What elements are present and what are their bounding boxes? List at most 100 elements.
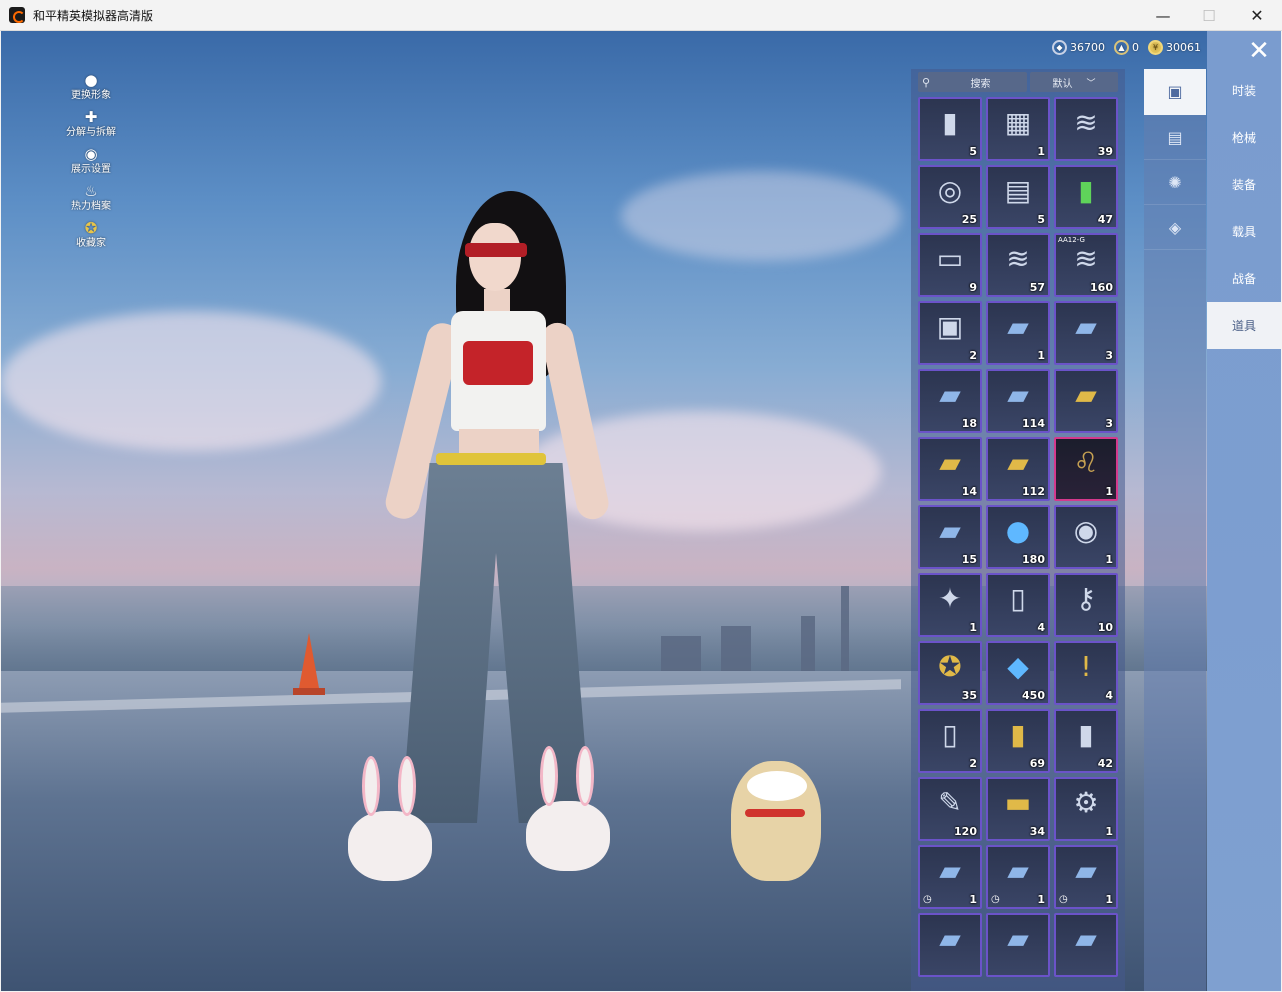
- close-window-button[interactable]: ✕: [1234, 0, 1280, 31]
- gold-ticket-2hour-icon: ▰: [1007, 446, 1029, 479]
- inventory-item[interactable]: ▰ 112: [986, 437, 1050, 501]
- item-count: 35: [961, 689, 977, 702]
- item-count: 2: [969, 757, 977, 770]
- inventory-item[interactable]: ≋ AA12-G 160: [1054, 233, 1118, 297]
- item-count: 3: [1105, 349, 1113, 362]
- maximize-button[interactable]: ☐: [1186, 0, 1232, 31]
- inventory-item[interactable]: ⚙ 1: [1054, 777, 1118, 841]
- inventory-item[interactable]: ▰ 3: [1054, 369, 1118, 433]
- sort-dropdown[interactable]: 默认 ﹀: [1030, 72, 1118, 92]
- tab-1[interactable]: 枪械: [1207, 114, 1281, 161]
- item-count: 4: [1037, 621, 1045, 634]
- item-count: 450: [1022, 689, 1045, 702]
- item-count: 5: [969, 145, 977, 158]
- inventory-item[interactable]: ▯ 4: [986, 573, 1050, 637]
- inventory-item[interactable]: ◉ 1: [1054, 505, 1118, 569]
- inventory-item[interactable]: ▰ 14: [918, 437, 982, 501]
- inventory-item[interactable]: ⚷ 10: [1054, 573, 1118, 637]
- inventory-item[interactable]: ▮ 47: [1054, 165, 1118, 229]
- inventory-item[interactable]: ≋ 57: [986, 233, 1050, 297]
- clock-icon: ◷: [991, 894, 1000, 905]
- ticket-2hour-icon: ▰: [1007, 378, 1029, 411]
- search-icon: ⚲: [921, 75, 931, 89]
- app-logo-icon: [9, 7, 25, 23]
- sparkle-icon[interactable]: ✺: [1144, 160, 1206, 205]
- inventory-item[interactable]: ▮ 42: [1054, 709, 1118, 773]
- inventory-item[interactable]: ✎ 120: [918, 777, 982, 841]
- menu-heat-archive[interactable]: ♨ 热力档案: [59, 176, 123, 213]
- pet-mascot[interactable]: [721, 731, 831, 891]
- item-count: 1: [1037, 145, 1045, 158]
- item-count: 18: [961, 417, 977, 430]
- menu-display-settings[interactable]: ◉ 展示设置: [59, 139, 123, 176]
- inventory-item[interactable]: ▰ 15: [918, 505, 982, 569]
- inventory-item[interactable]: ▤ 5: [986, 165, 1050, 229]
- inventory-item[interactable]: ▰ 3: [1054, 301, 1118, 365]
- key-icon: ⚷: [1075, 582, 1097, 615]
- tag-icon[interactable]: ◈: [1144, 205, 1206, 250]
- bunny-slipper-right: [526, 746, 610, 871]
- inventory-item[interactable]: ▰ 114: [986, 369, 1050, 433]
- inventory-item[interactable]: ▰ 1: [986, 301, 1050, 365]
- inventory-item[interactable]: ▮ 5: [918, 97, 982, 161]
- ticket-icon: ▰: [1075, 922, 1097, 955]
- inventory-item[interactable]: ◎ 25: [918, 165, 982, 229]
- inventory-item[interactable]: ▬ 34: [986, 777, 1050, 841]
- item-card-icon[interactable]: ▣: [1144, 69, 1206, 115]
- inventory-item[interactable]: ▰: [1054, 913, 1118, 977]
- card-icon: ▯: [1010, 582, 1026, 615]
- item-count: 57: [1029, 281, 1045, 294]
- badge-icon: ✪: [84, 219, 98, 237]
- inventory-item[interactable]: ▮ 69: [986, 709, 1050, 773]
- minimize-button[interactable]: —: [1140, 0, 1186, 31]
- inventory-item[interactable]: ▰ ◷ 1: [986, 845, 1050, 909]
- spray-bottle-icon: ▮: [1078, 718, 1094, 751]
- inventory-item[interactable]: ● 180: [986, 505, 1050, 569]
- lion-emblem-icon: ♌: [1073, 446, 1099, 479]
- inventory-item[interactable]: ▰: [986, 913, 1050, 977]
- tab-5[interactable]: 道具: [1207, 302, 1281, 349]
- inventory-item[interactable]: ▭ 9: [918, 233, 982, 297]
- bunny-slipper-left: [348, 756, 432, 881]
- menu-change-appearance[interactable]: ● 更换形象: [59, 65, 123, 102]
- gold-ticket-icon: ▬: [1004, 786, 1032, 819]
- inventory-item[interactable]: ▣ 2: [918, 301, 982, 365]
- spray-gun-icon: ✎: [938, 786, 962, 819]
- canister-icon: ▮: [1010, 718, 1026, 751]
- item-count: 5: [1037, 213, 1045, 226]
- inventory-item[interactable]: ▰ 18: [918, 369, 982, 433]
- close-icon[interactable]: ✕: [1241, 36, 1277, 66]
- tab-4[interactable]: 战备: [1207, 255, 1281, 302]
- diamond-icon: ◆: [1007, 650, 1029, 683]
- inventory-item[interactable]: ▰: [918, 913, 982, 977]
- inventory-item[interactable]: ◆ 450: [986, 641, 1050, 705]
- inventory-item[interactable]: ! 4: [1054, 641, 1118, 705]
- puzzle-icon: ✚: [84, 108, 98, 126]
- inventory-item[interactable]: ▦ 1: [986, 97, 1050, 161]
- inventory-item[interactable]: ▰ ◷ 1: [918, 845, 982, 909]
- tab-3[interactable]: 载具: [1207, 208, 1281, 255]
- menu-decompose[interactable]: ✚ 分解与拆解: [59, 102, 123, 139]
- item-count: 1: [969, 621, 977, 634]
- left-menu: ● 更换形象 ✚ 分解与拆解 ◉ 展示设置 ♨ 热力档案 ✪ 收藏家: [59, 65, 123, 250]
- ticket-1day-icon: ▰: [1007, 310, 1029, 343]
- calendar-icon[interactable]: ▤: [1144, 115, 1206, 160]
- puzzle-orb-icon: ●: [1005, 514, 1031, 547]
- eye-icon: ◉: [84, 145, 98, 163]
- inventory-item[interactable]: ♌ 1: [1054, 437, 1118, 501]
- search-input[interactable]: ⚲ 搜索: [918, 72, 1027, 92]
- item-count: 9: [969, 281, 977, 294]
- inventory-item[interactable]: ≋ 39: [1054, 97, 1118, 161]
- clock-icon: ◷: [923, 894, 932, 905]
- menu-collector[interactable]: ✪ 收藏家: [59, 213, 123, 250]
- cloud: [621, 171, 901, 261]
- event-ticket-icon: ▰: [939, 854, 961, 887]
- ticket-icon: ▰: [939, 922, 961, 955]
- category-icon-column: ▣ ▤ ✺ ◈: [1144, 69, 1206, 991]
- inventory-item[interactable]: ✪ 35: [918, 641, 982, 705]
- tab-2[interactable]: 装备: [1207, 161, 1281, 208]
- inventory-item[interactable]: ▯ 2: [918, 709, 982, 773]
- inventory-item[interactable]: ✦ 1: [918, 573, 982, 637]
- tab-0[interactable]: 时装: [1207, 67, 1281, 114]
- inventory-item[interactable]: ▰ ◷ 1: [1054, 845, 1118, 909]
